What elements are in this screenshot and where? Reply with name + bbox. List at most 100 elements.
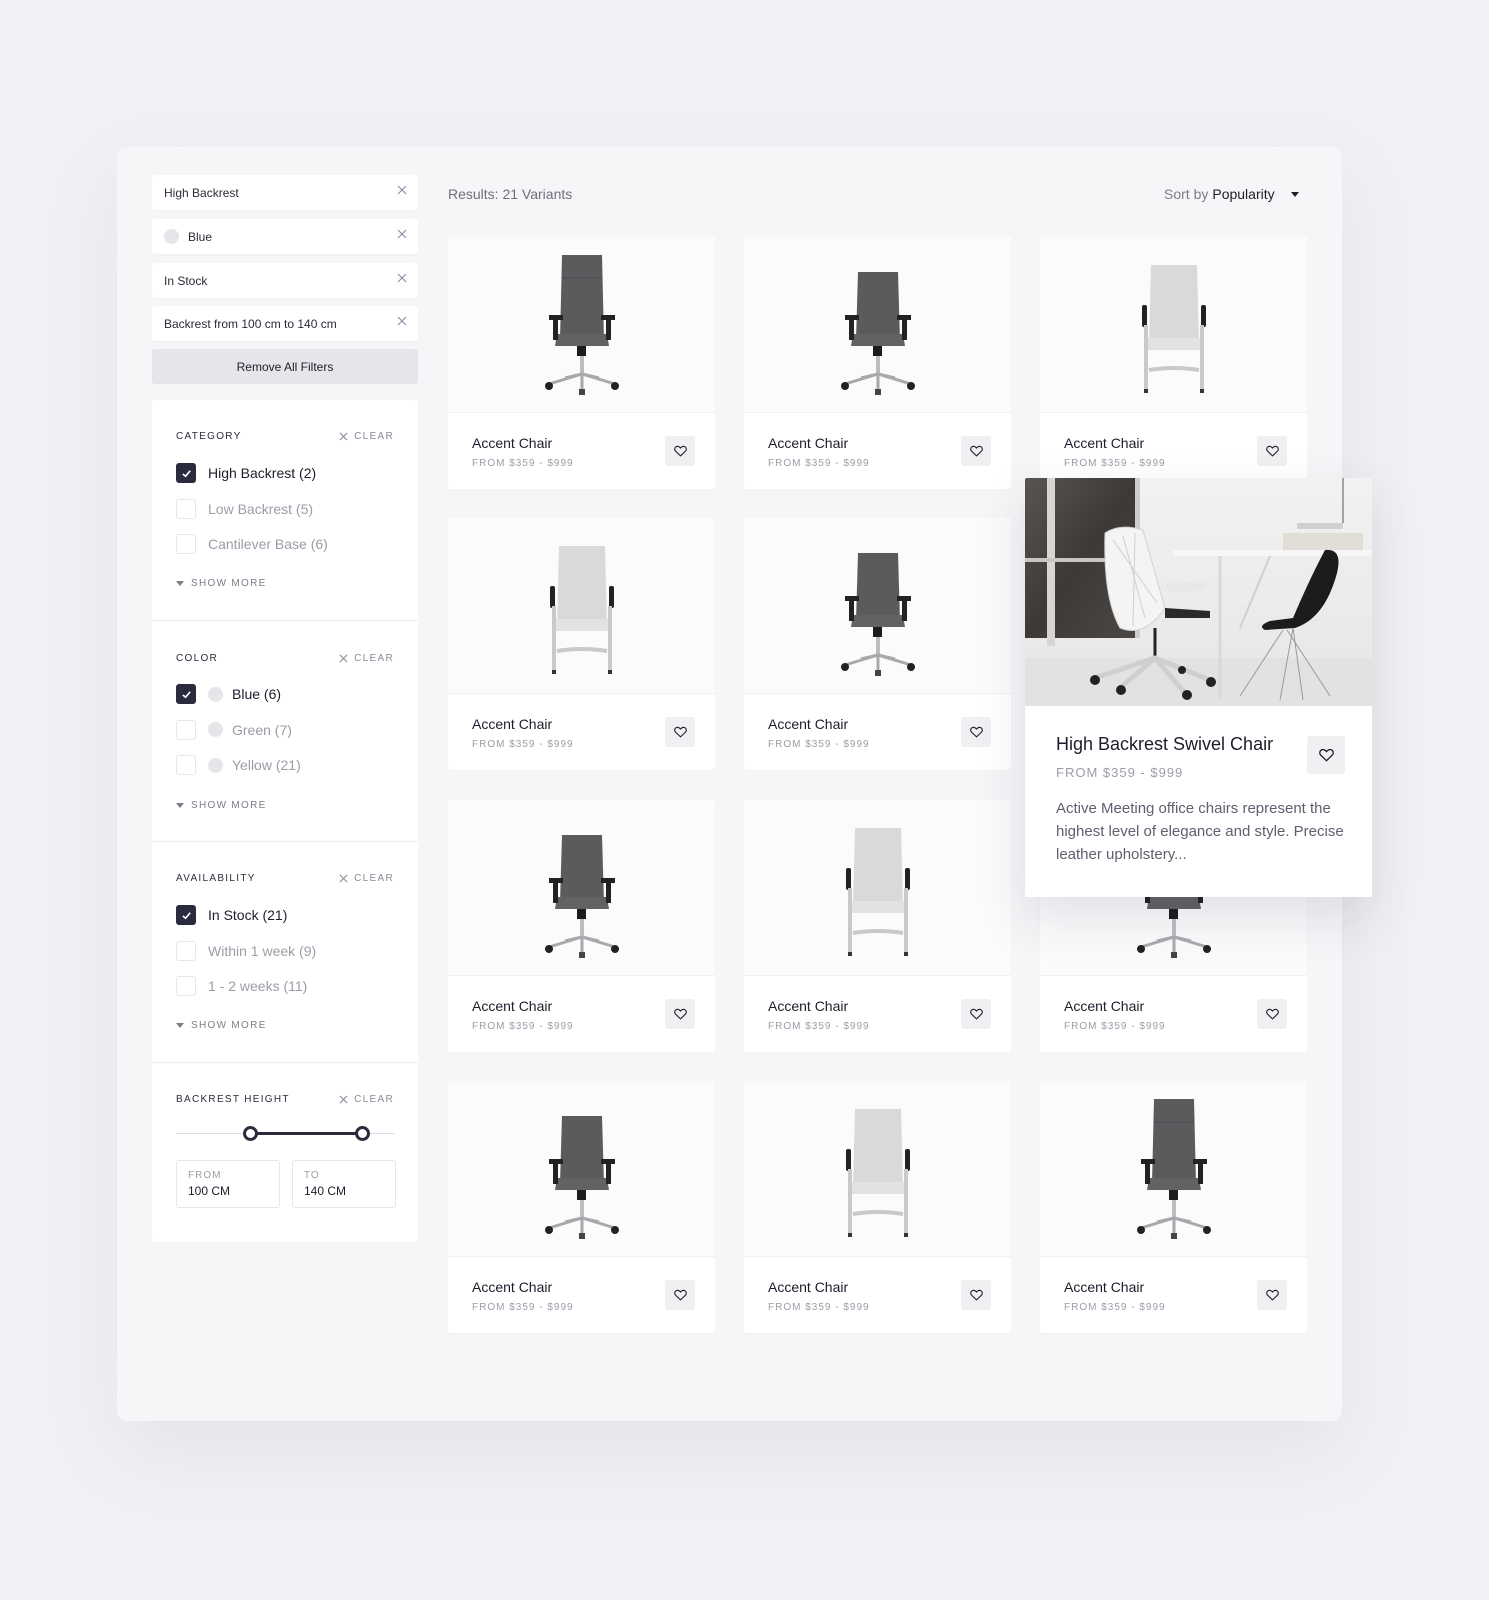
chip-label: High Backrest bbox=[164, 185, 239, 200]
close-icon[interactable] bbox=[396, 228, 408, 240]
favorite-button[interactable] bbox=[1307, 736, 1345, 774]
product-price: FROM $359 - $999 bbox=[1064, 458, 1166, 469]
clear-availability-button[interactable]: CLEAR bbox=[339, 873, 394, 884]
backrest-slider-track[interactable] bbox=[176, 1126, 395, 1141]
product-name: Accent Chair bbox=[1064, 1279, 1145, 1295]
show-more-availability[interactable]: SHOW MORE bbox=[176, 1020, 267, 1031]
product-name: Accent Chair bbox=[1064, 435, 1145, 451]
close-icon[interactable] bbox=[396, 315, 408, 327]
product-detail-popup[interactable]: High Backrest Swivel Chair FROM $359 - $… bbox=[1025, 478, 1372, 897]
product-image[interactable] bbox=[1040, 1081, 1307, 1257]
clear-category-button[interactable]: CLEAR bbox=[339, 431, 394, 442]
slider-thumb-high[interactable] bbox=[354, 1126, 370, 1141]
close-icon[interactable] bbox=[396, 184, 408, 196]
favorite-button[interactable] bbox=[1257, 436, 1287, 466]
filter-option[interactable]: Green (7) bbox=[176, 719, 292, 740]
popup-description: Active Meeting office chairs represent t… bbox=[1056, 800, 1344, 863]
chip-label: Backrest from 100 cm to 140 cm bbox=[164, 316, 337, 331]
product-card[interactable]: Accent Chair FROM $359 - $999 bbox=[448, 518, 715, 770]
product-image[interactable] bbox=[744, 237, 1011, 413]
checkbox[interactable] bbox=[176, 684, 196, 704]
product-image[interactable] bbox=[744, 518, 1011, 694]
heart-icon bbox=[969, 445, 983, 457]
favorite-button[interactable] bbox=[665, 999, 695, 1029]
option-label: Cantilever Base (6) bbox=[208, 536, 328, 552]
heart-icon bbox=[969, 726, 983, 738]
clear-backrest-button[interactable]: CLEAR bbox=[339, 1094, 394, 1105]
product-price: FROM $359 - $999 bbox=[472, 458, 574, 469]
slider-thumb-low[interactable] bbox=[242, 1126, 258, 1141]
checkbox[interactable] bbox=[176, 463, 196, 483]
product-image[interactable] bbox=[744, 800, 1011, 976]
chair-image bbox=[544, 254, 619, 395]
check-icon bbox=[181, 690, 191, 698]
filter-section-availability: AVAILABILITY CLEAR SHOW MORE In Stock (2… bbox=[152, 842, 418, 1062]
option-label: Within 1 week (9) bbox=[208, 942, 317, 959]
backrest-to-field[interactable]: TO bbox=[292, 1160, 396, 1208]
favorite-button[interactable] bbox=[1257, 1280, 1287, 1310]
heart-icon bbox=[1265, 1008, 1279, 1020]
close-icon[interactable] bbox=[396, 272, 408, 284]
chair-image bbox=[1141, 264, 1206, 393]
favorite-button[interactable] bbox=[961, 999, 991, 1029]
checkbox[interactable] bbox=[176, 940, 196, 961]
filter-option[interactable]: Yellow (21) bbox=[176, 755, 301, 775]
product-card[interactable]: Accent Chair FROM $359 - $999 bbox=[1040, 237, 1307, 489]
product-card[interactable]: Accent Chair FROM $359 - $999 bbox=[744, 800, 1011, 1052]
caret-down-icon bbox=[1290, 191, 1299, 197]
checkbox[interactable] bbox=[176, 719, 196, 740]
sort-dropdown[interactable]: Sort by Popularity bbox=[1164, 186, 1299, 202]
favorite-button[interactable] bbox=[961, 1280, 991, 1310]
heart-icon bbox=[1265, 445, 1279, 457]
favorite-button[interactable] bbox=[961, 717, 991, 747]
popup-title: High Backrest Swivel Chair bbox=[1056, 734, 1274, 754]
product-name: Accent Chair bbox=[768, 435, 849, 451]
product-card[interactable]: Accent Chair FROM $359 - $999 bbox=[744, 1081, 1011, 1333]
filter-option[interactable]: Cantilever Base (6) bbox=[176, 534, 328, 554]
filter-option[interactable]: 1 - 2 weeks (11) bbox=[176, 976, 307, 996]
product-card[interactable]: Accent Chair FROM $359 - $999 bbox=[448, 237, 715, 489]
backrest-from-field[interactable]: FROM bbox=[176, 1160, 280, 1208]
product-price: FROM $359 - $999 bbox=[768, 458, 870, 469]
checkbox[interactable] bbox=[176, 534, 196, 554]
favorite-button[interactable] bbox=[1257, 999, 1287, 1029]
product-card[interactable]: Accent Chair FROM $359 - $999 bbox=[448, 800, 715, 1052]
product-card[interactable]: Accent Chair FROM $359 - $999 bbox=[448, 1081, 715, 1333]
product-image[interactable] bbox=[744, 1081, 1011, 1257]
filter-option[interactable]: High Backrest (2) bbox=[176, 463, 316, 483]
product-image[interactable] bbox=[448, 237, 715, 413]
results-count: Results: 21 Variants bbox=[448, 186, 573, 202]
backrest-from-input[interactable] bbox=[188, 1184, 268, 1198]
product-lifestyle-photo[interactable] bbox=[1025, 478, 1372, 706]
product-image[interactable] bbox=[448, 518, 715, 694]
color-swatch bbox=[208, 757, 223, 773]
product-card[interactable]: Accent Chair FROM $359 - $999 bbox=[744, 237, 1011, 489]
checkbox[interactable] bbox=[176, 755, 196, 775]
favorite-button[interactable] bbox=[665, 1280, 695, 1310]
favorite-button[interactable] bbox=[665, 436, 695, 466]
color-swatch bbox=[208, 722, 223, 737]
product-image[interactable] bbox=[1040, 237, 1307, 413]
filter-option[interactable]: Within 1 week (9) bbox=[176, 940, 317, 961]
heart-icon bbox=[673, 1008, 687, 1020]
product-name: Accent Chair bbox=[1064, 998, 1145, 1014]
clear-color-button[interactable]: CLEAR bbox=[339, 653, 394, 664]
product-card[interactable]: Accent Chair FROM $359 - $999 bbox=[744, 518, 1011, 770]
option-label: In Stock (21) bbox=[208, 907, 288, 923]
filter-option[interactable]: In Stock (21) bbox=[176, 905, 287, 925]
show-more-category[interactable]: SHOW MORE bbox=[176, 578, 267, 589]
product-image[interactable] bbox=[448, 1081, 715, 1257]
remove-all-filters-button[interactable]: Remove All Filters bbox=[152, 349, 418, 384]
filter-option[interactable]: Blue (6) bbox=[176, 684, 281, 704]
checkbox[interactable] bbox=[176, 498, 196, 519]
checkbox[interactable] bbox=[176, 976, 196, 996]
checkbox[interactable] bbox=[176, 905, 196, 925]
backrest-to-input[interactable] bbox=[304, 1184, 384, 1198]
favorite-button[interactable] bbox=[665, 717, 695, 747]
filter-option[interactable]: Low Backrest (5) bbox=[176, 498, 313, 519]
product-card[interactable]: Accent Chair FROM $359 - $999 bbox=[1040, 1081, 1307, 1333]
show-more-color[interactable]: SHOW MORE bbox=[176, 800, 267, 811]
chair-image bbox=[840, 271, 915, 395]
favorite-button[interactable] bbox=[961, 436, 991, 466]
product-image[interactable] bbox=[448, 800, 715, 976]
